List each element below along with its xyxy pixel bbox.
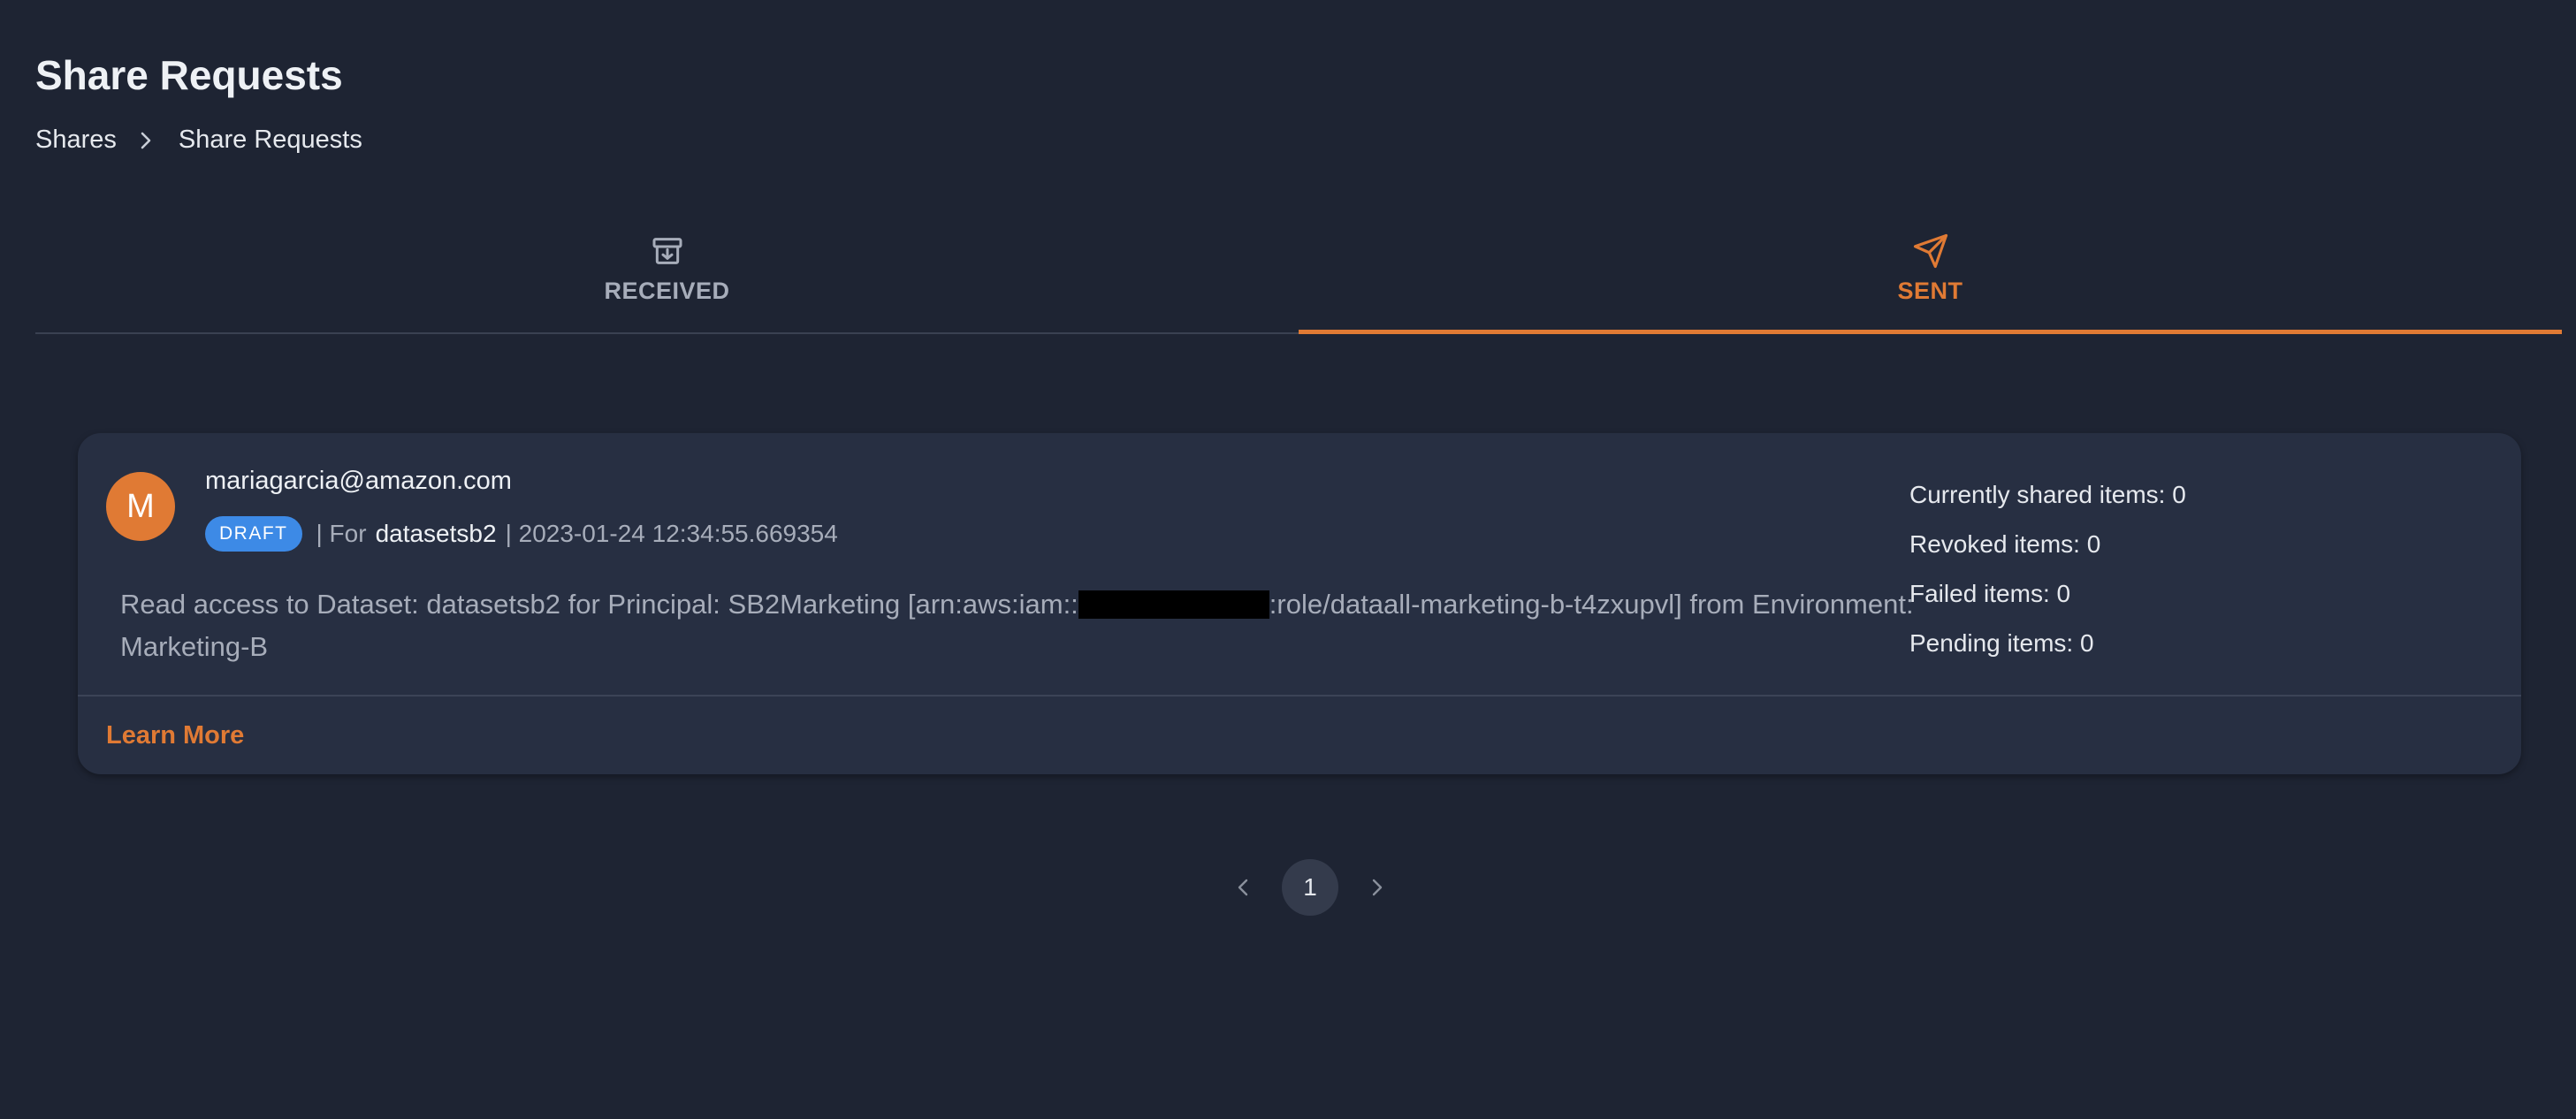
send-icon [1912,230,1949,272]
created-timestamp: | 2023-01-24 12:34:55.669354 [505,520,838,547]
tab-sent[interactable]: SENT [1299,223,2562,334]
tab-received-label: RECEIVED [604,278,730,304]
share-request-card: M mariagarcia@amazon.com DRAFT | For dat… [78,433,2521,774]
card-divider [78,695,2521,697]
breadcrumb-item-share-requests: Share Requests [178,126,362,154]
description-part-1: Read access to Dataset: datasetsb2 for P… [120,589,1078,620]
stat-failed: Failed items: 0 [1909,580,2071,607]
stat-currently-shared: Currently shared items: 0 [1909,481,2186,508]
redacted-account-id [1078,590,1269,619]
archive-download-icon [650,230,685,272]
status-badge: DRAFT [205,516,302,552]
tab-sent-label: SENT [1897,278,1963,304]
for-prefix: | For [316,520,367,547]
dataset-name: datasetsb2 [375,520,497,547]
page-title: Share Requests [35,52,343,98]
stat-pending: Pending items: 0 [1909,629,2094,657]
tab-received[interactable]: RECEIVED [35,223,1299,332]
prev-page-button[interactable] [1215,859,1271,916]
pagination: 1 [1215,859,1406,916]
stat-revoked: Revoked items: 0 [1909,530,2101,558]
breadcrumb-item-shares[interactable]: Shares [35,126,117,155]
next-page-button[interactable] [1349,859,1406,916]
share-meta: DRAFT | For datasetsb2 | 2023-01-24 12:3… [205,516,838,552]
chevron-right-icon [1372,879,1383,896]
avatar: M [106,472,175,541]
chevron-left-icon [1238,879,1248,896]
learn-more-button[interactable]: Learn More [106,721,244,750]
page-number-button[interactable]: 1 [1282,859,1338,916]
tab-bar: RECEIVED SENT [35,223,2562,334]
requester-email: mariagarcia@amazon.com [205,467,512,495]
share-description: Read access to Dataset: datasetsb2 for P… [120,583,1924,668]
breadcrumb: Shares Share Requests [35,126,362,155]
chevron-right-icon [140,131,152,150]
share-stats: Currently shared items: 0 Revoked items:… [1909,479,2186,677]
